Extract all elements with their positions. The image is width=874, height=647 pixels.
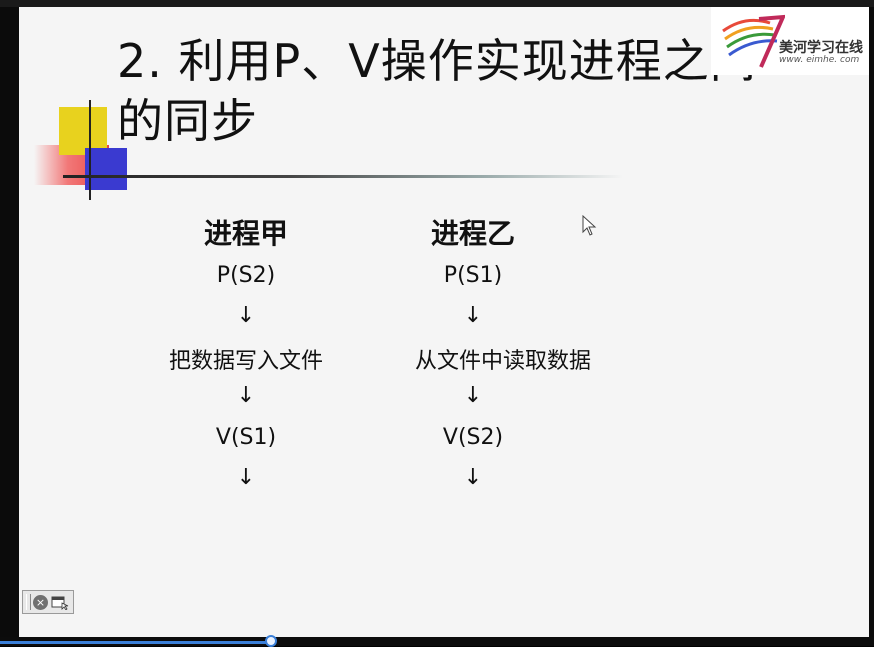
window-icon[interactable]: [51, 595, 69, 610]
decor-blue-block: [85, 148, 127, 190]
process-a-arrow-1: ↓: [236, 303, 256, 328]
process-a-arrow-2: ↓: [236, 383, 256, 408]
process-b-step-1: P(S1): [443, 263, 503, 288]
process-b-step-2: 从文件中读取数据: [414, 349, 591, 374]
logo-url: www. eimhe. com: [779, 55, 860, 65]
decor-vertical-line: [89, 100, 91, 200]
pointer-cursor-icon: [582, 215, 597, 236]
video-seek-knob[interactable]: [265, 635, 277, 647]
logo-name: 美河学习在线: [779, 40, 863, 56]
process-a-arrow-3: ↓: [236, 465, 256, 490]
process-b-arrow-3: ↓: [463, 465, 483, 490]
process-b-heading: 进程乙: [430, 217, 515, 250]
video-left-border: [0, 7, 19, 646]
close-icon[interactable]: ×: [33, 595, 48, 610]
slide-title-line2: 的同步: [117, 94, 258, 148]
video-right-border: [869, 7, 874, 646]
toolbar-grip[interactable]: [26, 594, 31, 610]
watermark-logo: 美河学习在线 www. eimhe. com: [711, 7, 869, 75]
presentation-slide: 2. 利用P、V操作实现进程之间 的同步 美河学习在线 www. eimhe. …: [19, 7, 869, 637]
process-a-step-2: 把数据写入文件: [168, 349, 323, 374]
process-a-heading: 进程甲: [203, 217, 288, 250]
process-b-step-3: V(S2): [442, 425, 504, 450]
process-b-arrow-2: ↓: [463, 383, 483, 408]
logo-swoosh-icon: [722, 14, 785, 68]
video-top-border: [0, 0, 874, 7]
video-progress-bar[interactable]: [0, 641, 271, 644]
process-a-step-1: P(S2): [216, 263, 276, 288]
title-underline: [63, 175, 623, 178]
process-b-arrow-1: ↓: [463, 303, 483, 328]
slideshow-control-toolbar: ×: [22, 590, 74, 614]
process-a-step-3: V(S1): [215, 425, 277, 450]
